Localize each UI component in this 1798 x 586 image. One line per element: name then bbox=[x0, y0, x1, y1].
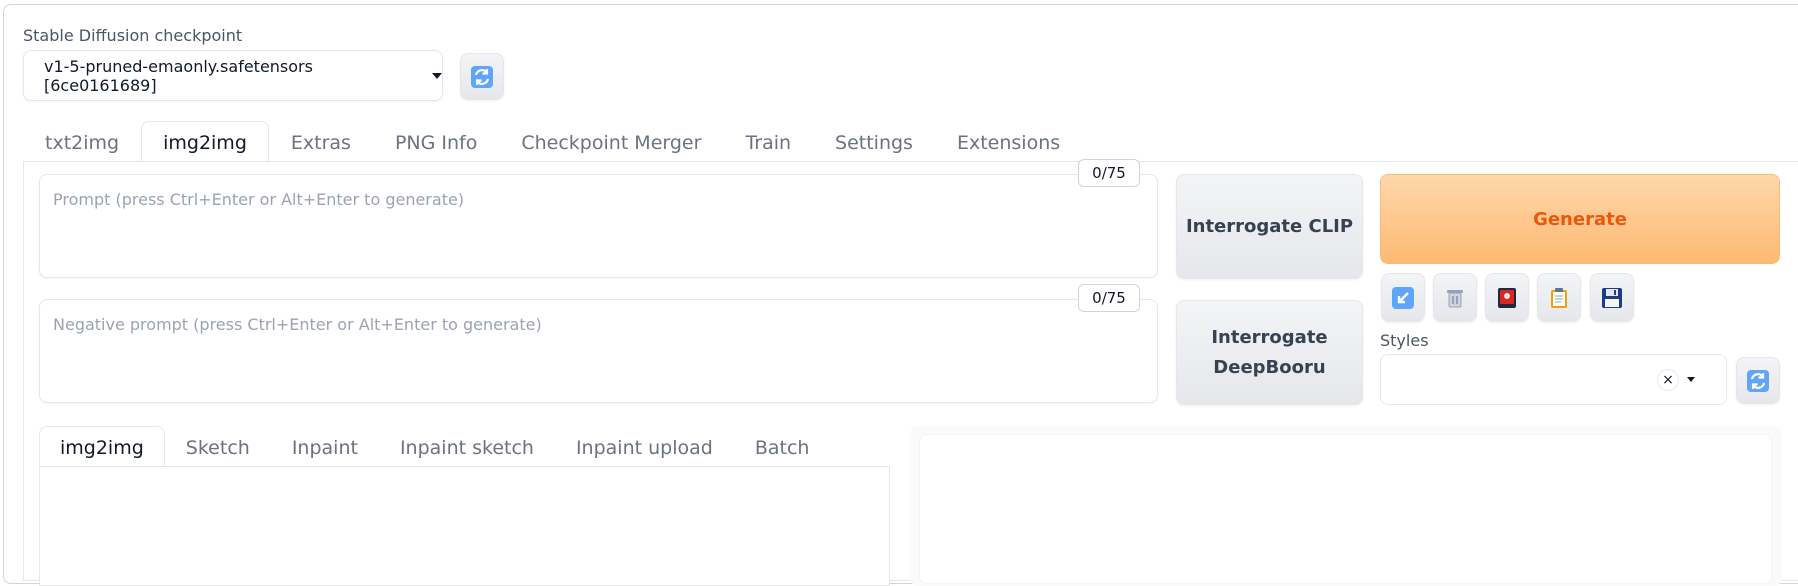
tab-checkpoint-merger[interactable]: Checkpoint Merger bbox=[499, 121, 723, 163]
close-icon[interactable]: × bbox=[1657, 369, 1679, 391]
red-card-icon bbox=[1498, 287, 1516, 308]
extra-networks-button[interactable] bbox=[1485, 273, 1529, 322]
image-upload-area[interactable] bbox=[39, 466, 890, 586]
tab-inpaint-sketch[interactable]: Inpaint sketch bbox=[379, 426, 555, 468]
interrogate-deepbooru-label-1: Interrogate bbox=[1211, 326, 1328, 348]
trash-icon bbox=[1447, 289, 1463, 307]
interrogate-deepbooru-label-2: DeepBooru bbox=[1213, 356, 1326, 378]
tab-inpaint[interactable]: Inpaint bbox=[271, 426, 379, 468]
save-icon bbox=[1602, 287, 1622, 308]
generate-button[interactable]: Generate bbox=[1380, 174, 1780, 264]
output-gallery bbox=[919, 434, 1772, 584]
save-style-button[interactable] bbox=[1590, 273, 1634, 322]
tab-train[interactable]: Train bbox=[723, 121, 813, 163]
chevron-down-icon bbox=[432, 72, 442, 79]
prompt-placeholder: Prompt (press Ctrl+Enter or Alt+Enter to… bbox=[53, 190, 465, 209]
refresh-styles-button[interactable] bbox=[1736, 357, 1780, 404]
negative-prompt-placeholder: Negative prompt (press Ctrl+Enter or Alt… bbox=[53, 315, 542, 334]
interrogate-clip-label: Interrogate CLIP bbox=[1185, 215, 1354, 237]
apply-style-button[interactable] bbox=[1537, 273, 1581, 322]
tab-settings[interactable]: Settings bbox=[813, 121, 935, 163]
interrogate-clip-button[interactable]: Interrogate CLIP bbox=[1176, 174, 1363, 279]
interrogate-deepbooru-button[interactable]: Interrogate DeepBooru bbox=[1176, 300, 1363, 405]
prompt-token-counter: 0/75 bbox=[1078, 159, 1140, 187]
clipboard-icon bbox=[1551, 287, 1567, 308]
clear-prompt-button[interactable] bbox=[1433, 273, 1477, 322]
refresh-icon bbox=[471, 65, 493, 88]
styles-label: Styles bbox=[1380, 331, 1429, 350]
checkpoint-dropdown[interactable]: v1-5-pruned-emaonly.safetensors [6ce0161… bbox=[23, 50, 443, 101]
checkpoint-selected-value: v1-5-pruned-emaonly.safetensors [6ce0161… bbox=[44, 56, 313, 95]
tab-batch[interactable]: Batch bbox=[734, 426, 831, 468]
arrow-down-left-icon bbox=[1392, 286, 1414, 309]
tab-extensions[interactable]: Extensions bbox=[935, 121, 1082, 163]
tab-img2img-mode[interactable]: img2img bbox=[39, 426, 165, 468]
negative-prompt-token-counter: 0/75 bbox=[1078, 284, 1140, 312]
main-tabs: txt2img img2img Extras PNG Info Checkpoi… bbox=[23, 121, 1082, 163]
generate-label: Generate bbox=[1533, 208, 1627, 230]
chevron-down-icon bbox=[1687, 377, 1695, 382]
prompt-input[interactable]: Prompt (press Ctrl+Enter or Alt+Enter to… bbox=[39, 174, 1158, 278]
tab-png-info[interactable]: PNG Info bbox=[373, 121, 499, 163]
tab-extras[interactable]: Extras bbox=[269, 121, 373, 163]
tab-inpaint-upload[interactable]: Inpaint upload bbox=[555, 426, 734, 468]
styles-dropdown[interactable]: × bbox=[1380, 354, 1727, 405]
refresh-icon bbox=[1747, 369, 1769, 392]
img2img-mode-tabs: img2img Sketch Inpaint Inpaint sketch In… bbox=[39, 426, 830, 468]
checkpoint-label: Stable Diffusion checkpoint bbox=[23, 26, 243, 45]
tab-sketch[interactable]: Sketch bbox=[165, 426, 271, 468]
tab-img2img[interactable]: img2img bbox=[141, 121, 269, 163]
refresh-checkpoint-button[interactable] bbox=[460, 53, 504, 100]
read-params-button[interactable] bbox=[1381, 273, 1425, 322]
tab-txt2img[interactable]: txt2img bbox=[23, 121, 141, 163]
negative-prompt-input[interactable]: Negative prompt (press Ctrl+Enter or Alt… bbox=[39, 299, 1158, 403]
